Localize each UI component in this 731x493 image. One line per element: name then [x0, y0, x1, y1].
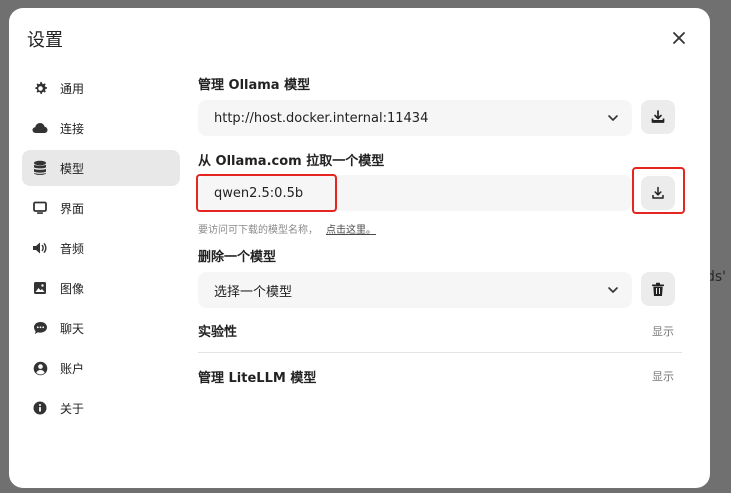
sidebar-item-account[interactable]: 账户 [22, 350, 180, 386]
pull-model-heading: 从 Ollama.com 拉取一个模型 [198, 154, 385, 169]
sidebar-item-audio[interactable]: 音频 [22, 230, 180, 266]
manage-ollama-heading: 管理 Ollama 模型 [198, 78, 311, 93]
settings-sidebar: 通用 连接 模型 界面 音频 图像 聊天 账户 关于 [22, 70, 180, 430]
delete-model-heading: 删除一个模型 [198, 250, 277, 265]
litellm-toggle[interactable]: 显示 [652, 368, 674, 384]
litellm-heading: 管理 LiteLLM 模型 [198, 371, 317, 386]
delete-model-select-value: 选择一个模型 [214, 284, 293, 300]
database-icon [32, 160, 48, 176]
monitor-icon [32, 200, 48, 216]
sidebar-item-about[interactable]: 关于 [22, 390, 180, 426]
info-icon [32, 400, 48, 416]
ollama-url-select[interactable]: http://host.docker.internal:11434 [198, 100, 632, 136]
cloud-icon [32, 120, 48, 136]
ollama-url-value: http://host.docker.internal:11434 [214, 110, 429, 126]
sidebar-item-label: 模型 [60, 161, 85, 176]
sidebar-item-label: 聊天 [60, 321, 85, 336]
sidebar-item-label: 界面 [60, 201, 85, 216]
pull-model-button[interactable] [641, 176, 675, 210]
close-button[interactable] [667, 26, 691, 50]
pull-model-hint: 要访问可下载的模型名称， 点击这里。 [198, 221, 376, 236]
close-icon [673, 32, 685, 44]
delete-model-button[interactable] [641, 272, 675, 306]
delete-model-select[interactable]: 选择一个模型 [198, 272, 632, 308]
sidebar-item-label: 音频 [60, 241, 85, 256]
sidebar-item-label: 连接 [60, 121, 85, 136]
sidebar-item-label: 关于 [60, 401, 85, 416]
user-circle-icon [32, 360, 48, 376]
speaker-icon [32, 240, 48, 256]
sidebar-item-label: 图像 [60, 281, 85, 296]
settings-dialog: 设置 通用 连接 模型 界面 音频 图像 聊天 账户 关于 管理 Ollama … [9, 8, 710, 488]
section-divider [198, 352, 682, 353]
pull-model-input-value: qwen2.5:0.5b [214, 185, 304, 201]
model-library-link[interactable]: 点击这里。 [326, 225, 376, 236]
sidebar-item-label: 账户 [60, 361, 85, 376]
sidebar-item-connections[interactable]: 连接 [22, 110, 180, 146]
experimental-toggle[interactable]: 显示 [652, 323, 674, 339]
chevron-down-icon [608, 287, 618, 293]
dialog-title: 设置 [27, 30, 63, 51]
pull-model-hint-text: 要访问可下载的模型名称， [198, 225, 318, 236]
update-models-button[interactable] [641, 100, 675, 134]
chat-bubble-icon [32, 320, 48, 336]
sidebar-item-label: 通用 [60, 81, 85, 96]
sidebar-item-images[interactable]: 图像 [22, 270, 180, 306]
sidebar-item-chats[interactable]: 聊天 [22, 310, 180, 346]
experimental-heading: 实验性 [198, 325, 238, 340]
download-icon [652, 186, 664, 199]
pull-model-input[interactable]: qwen2.5:0.5b [198, 175, 632, 211]
sidebar-item-interface[interactable]: 界面 [22, 190, 180, 226]
chevron-down-icon [608, 115, 618, 121]
gear-icon [32, 80, 48, 96]
sidebar-item-general[interactable]: 通用 [22, 70, 180, 106]
image-icon [32, 280, 48, 296]
sidebar-item-models[interactable]: 模型 [22, 150, 180, 186]
trash-icon [652, 282, 664, 296]
download-tray-icon [651, 110, 665, 123]
